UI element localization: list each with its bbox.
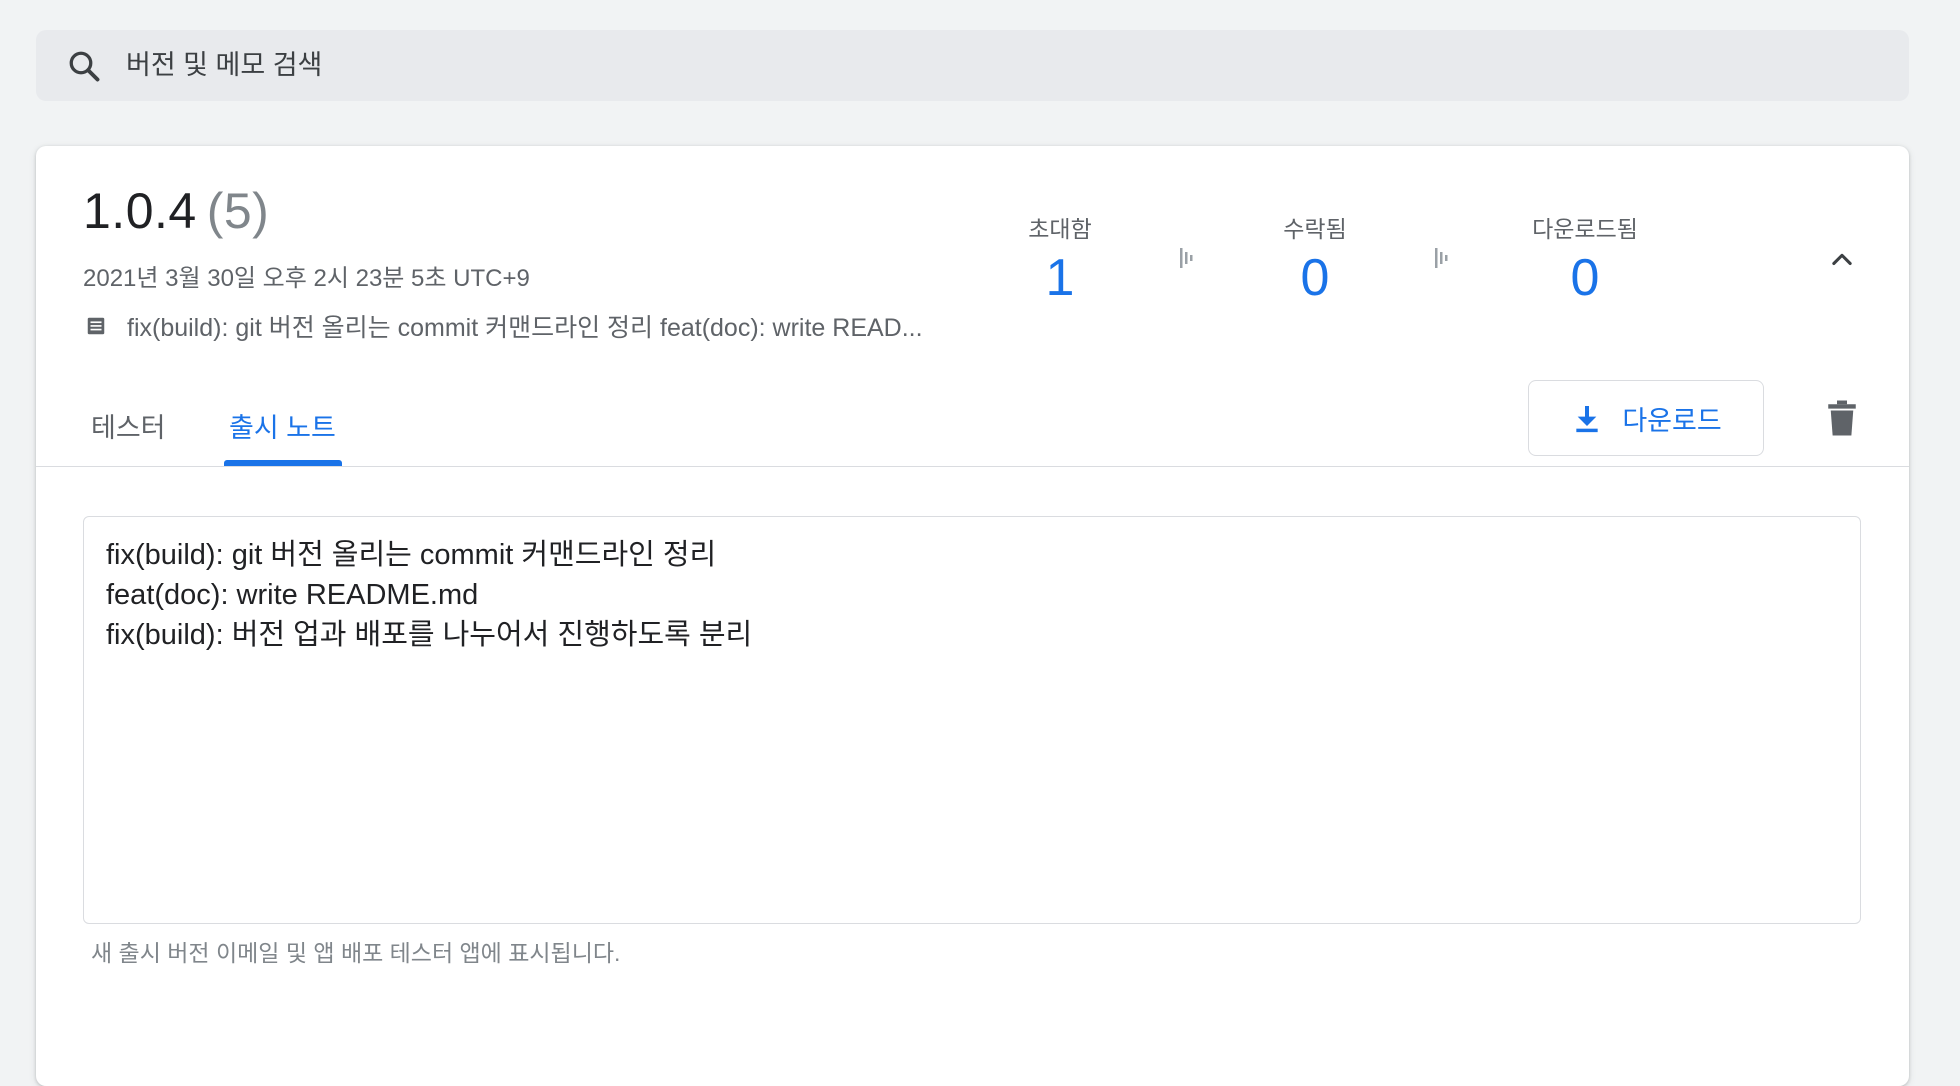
trash-icon (1828, 400, 1856, 436)
stat-invited-value: 1 (1045, 249, 1075, 307)
search-icon (64, 46, 104, 86)
stat-accepted-label: 수락됨 (1283, 216, 1347, 242)
collapse-button[interactable] (1822, 240, 1862, 280)
tab-testers[interactable]: 테스터 (91, 406, 166, 445)
notes-icon (83, 313, 109, 339)
download-label: 다운로드 (1622, 405, 1722, 436)
build-number: (5) (206, 183, 270, 239)
release-notes-helper-text: 새 출시 버전 이메일 및 앱 배포 테스터 앱에 표시됩니다. (91, 940, 621, 966)
stat-accepted: 수락됨 0 (1245, 210, 1385, 308)
release-notes-textarea[interactable]: fix(build): git 버전 올리는 commit 커맨드라인 정리 f… (83, 516, 1861, 924)
chevron-up-icon (1832, 253, 1852, 266)
stat-invited-label: 초대함 (1028, 216, 1092, 242)
notes-summary-text: fix(build): git 버전 올리는 commit 커맨드라인 정리 f… (127, 314, 923, 342)
notes-summary: fix(build): git 버전 올리는 commit 커맨드라인 정리 f… (83, 308, 923, 344)
version-title: 1.0.4 (5) (83, 182, 269, 240)
active-tab-indicator (224, 460, 342, 466)
stat-downloaded: 다운로드됨 0 (1500, 210, 1670, 308)
stat-downloaded-value: 0 (1570, 249, 1600, 307)
release-date: 2021년 3월 30일 오후 2시 23분 5초 UTC+9 (83, 265, 530, 292)
tab-release-notes[interactable]: 출시 노트 (229, 406, 336, 445)
stat-accepted-value: 0 (1300, 249, 1330, 307)
funnel-arrow-icon (1180, 248, 1193, 268)
funnel-arrow-icon (1435, 248, 1448, 268)
stat-invited: 초대함 1 (990, 210, 1130, 308)
delete-button[interactable] (1822, 396, 1862, 440)
stat-downloaded-label: 다운로드됨 (1532, 216, 1638, 242)
download-icon (1570, 401, 1604, 435)
search-bar[interactable] (36, 30, 1909, 101)
release-card: 1.0.4 (5) 2021년 3월 30일 오후 2시 23분 5초 UTC+9… (36, 146, 1909, 1086)
download-button[interactable]: 다운로드 (1528, 380, 1764, 456)
version-number: 1.0.4 (83, 183, 197, 239)
search-input[interactable] (124, 49, 1824, 82)
